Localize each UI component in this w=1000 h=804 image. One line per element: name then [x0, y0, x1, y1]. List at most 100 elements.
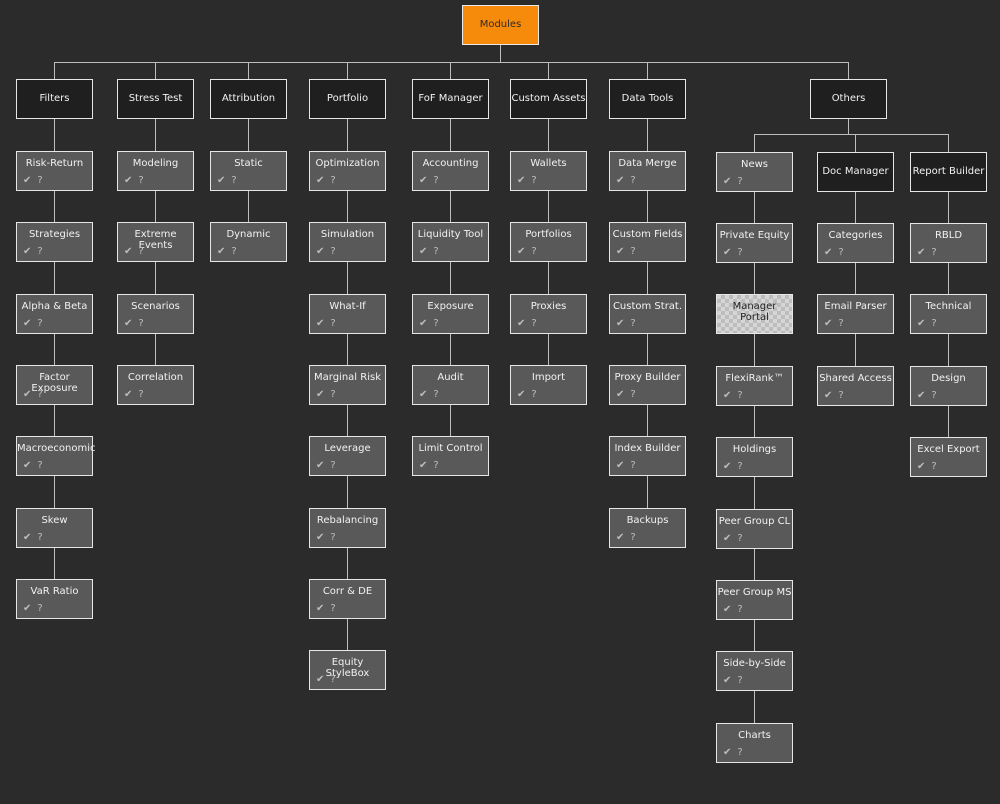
module-dynamic[interactable]: Dynamic ✔?: [210, 222, 287, 262]
check-icon[interactable]: ✔: [723, 247, 731, 258]
help-icon[interactable]: ?: [330, 460, 335, 471]
check-icon[interactable]: ✔: [316, 532, 324, 543]
help-icon[interactable]: ?: [231, 175, 236, 186]
help-icon[interactable]: ?: [737, 747, 742, 758]
check-icon[interactable]: ✔: [316, 674, 324, 685]
help-icon[interactable]: ?: [231, 246, 236, 257]
help-icon[interactable]: ?: [330, 175, 335, 186]
module-peer-group-cl[interactable]: Peer Group CL ✔?: [716, 509, 793, 549]
help-icon[interactable]: ?: [630, 389, 635, 400]
module-audit[interactable]: Audit ✔?: [412, 365, 489, 405]
check-icon[interactable]: ✔: [316, 175, 324, 186]
module-alpha-beta[interactable]: Alpha & Beta ✔?: [16, 294, 93, 334]
help-icon[interactable]: ?: [630, 175, 635, 186]
module-optimization[interactable]: Optimization ✔?: [309, 151, 386, 191]
check-icon[interactable]: ✔: [917, 461, 925, 472]
check-icon[interactable]: ✔: [616, 532, 624, 543]
module-correlation[interactable]: Correlation ✔?: [117, 365, 194, 405]
module-manager-portal[interactable]: Manager Portal: [716, 294, 793, 334]
module-wallets[interactable]: Wallets ✔?: [510, 151, 587, 191]
module-rbld[interactable]: RBLD ✔?: [910, 223, 987, 263]
module-design[interactable]: Design ✔?: [910, 366, 987, 406]
module-what-if[interactable]: What-If ✔?: [309, 294, 386, 334]
help-icon[interactable]: ?: [330, 246, 335, 257]
help-icon[interactable]: ?: [37, 318, 42, 329]
help-icon[interactable]: ?: [37, 603, 42, 614]
help-icon[interactable]: ?: [630, 532, 635, 543]
group-report-builder[interactable]: Report Builder: [910, 152, 987, 192]
module-backups[interactable]: Backups ✔?: [609, 508, 686, 548]
module-custom-fields[interactable]: Custom Fields ✔?: [609, 222, 686, 262]
help-icon[interactable]: ?: [37, 460, 42, 471]
help-icon[interactable]: ?: [330, 674, 335, 685]
help-icon[interactable]: ?: [37, 175, 42, 186]
check-icon[interactable]: ✔: [723, 675, 731, 686]
help-icon[interactable]: ?: [931, 247, 936, 258]
check-icon[interactable]: ✔: [124, 175, 132, 186]
module-equity-stylebox[interactable]: Equity StyleBox ✔?: [309, 650, 386, 690]
help-icon[interactable]: ?: [531, 175, 536, 186]
module-charts[interactable]: Charts ✔?: [716, 723, 793, 763]
help-icon[interactable]: ?: [433, 175, 438, 186]
module-exposure[interactable]: Exposure ✔?: [412, 294, 489, 334]
category-filters[interactable]: Filters: [16, 79, 93, 119]
module-portfolios[interactable]: Portfolios ✔?: [510, 222, 587, 262]
check-icon[interactable]: ✔: [517, 318, 525, 329]
help-icon[interactable]: ?: [630, 460, 635, 471]
check-icon[interactable]: ✔: [723, 390, 731, 401]
check-icon[interactable]: ✔: [316, 246, 324, 257]
check-icon[interactable]: ✔: [124, 389, 132, 400]
check-icon[interactable]: ✔: [616, 318, 624, 329]
check-icon[interactable]: ✔: [23, 175, 31, 186]
help-icon[interactable]: ?: [531, 318, 536, 329]
module-corr-de[interactable]: Corr & DE ✔?: [309, 579, 386, 619]
check-icon[interactable]: ✔: [616, 246, 624, 257]
group-doc-manager[interactable]: Doc Manager: [817, 152, 894, 192]
module-strategies[interactable]: Strategies ✔?: [16, 222, 93, 262]
help-icon[interactable]: ?: [737, 533, 742, 544]
module-skew[interactable]: Skew ✔?: [16, 508, 93, 548]
help-icon[interactable]: ?: [37, 532, 42, 543]
module-liquidity-tool[interactable]: Liquidity Tool ✔?: [412, 222, 489, 262]
check-icon[interactable]: ✔: [917, 318, 925, 329]
help-icon[interactable]: ?: [37, 246, 42, 257]
check-icon[interactable]: ✔: [217, 246, 225, 257]
category-portfolio[interactable]: Portfolio: [309, 79, 386, 119]
check-icon[interactable]: ✔: [23, 460, 31, 471]
help-icon[interactable]: ?: [737, 675, 742, 686]
check-icon[interactable]: ✔: [723, 176, 731, 187]
module-shared-access[interactable]: Shared Access ✔?: [817, 366, 894, 406]
check-icon[interactable]: ✔: [917, 247, 925, 258]
module-technical[interactable]: Technical ✔?: [910, 294, 987, 334]
help-icon[interactable]: ?: [37, 389, 42, 400]
check-icon[interactable]: ✔: [517, 246, 525, 257]
module-private-equity[interactable]: Private Equity ✔?: [716, 223, 793, 263]
help-icon[interactable]: ?: [630, 318, 635, 329]
module-modeling[interactable]: Modeling ✔?: [117, 151, 194, 191]
help-icon[interactable]: ?: [330, 603, 335, 614]
category-custom-assets[interactable]: Custom Assets: [510, 79, 587, 119]
help-icon[interactable]: ?: [838, 390, 843, 401]
module-proxy-builder[interactable]: Proxy Builder ✔?: [609, 365, 686, 405]
module-holdings[interactable]: Holdings ✔?: [716, 437, 793, 477]
check-icon[interactable]: ✔: [824, 247, 832, 258]
module-side-by-side[interactable]: Side-by-Side ✔?: [716, 651, 793, 691]
check-icon[interactable]: ✔: [419, 389, 427, 400]
check-icon[interactable]: ✔: [517, 175, 525, 186]
check-icon[interactable]: ✔: [723, 747, 731, 758]
help-icon[interactable]: ?: [931, 390, 936, 401]
help-icon[interactable]: ?: [737, 247, 742, 258]
module-extreme-events[interactable]: Extreme Events ✔?: [117, 222, 194, 262]
check-icon[interactable]: ✔: [616, 389, 624, 400]
help-icon[interactable]: ?: [838, 318, 843, 329]
help-icon[interactable]: ?: [433, 460, 438, 471]
module-flexirank[interactable]: FlexiRank™ ✔?: [716, 366, 793, 406]
category-stress-test[interactable]: Stress Test: [117, 79, 194, 119]
category-fof-manager[interactable]: FoF Manager: [412, 79, 489, 119]
check-icon[interactable]: ✔: [517, 389, 525, 400]
module-index-builder[interactable]: Index Builder ✔?: [609, 436, 686, 476]
help-icon[interactable]: ?: [531, 246, 536, 257]
group-news[interactable]: News ✔?: [716, 152, 793, 192]
module-risk-return[interactable]: Risk-Return ✔?: [16, 151, 93, 191]
check-icon[interactable]: ✔: [824, 318, 832, 329]
